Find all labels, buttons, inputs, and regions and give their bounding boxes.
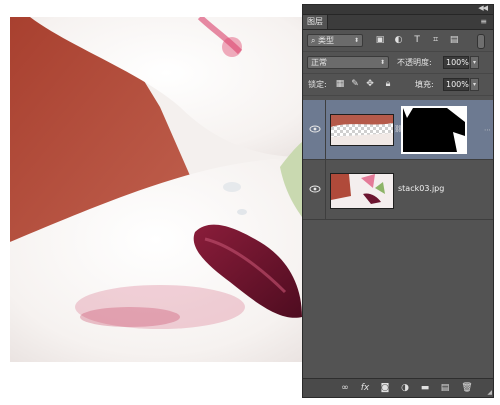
blend-mode-select[interactable]: 正常 ⬍ <box>307 56 389 69</box>
new-group-icon[interactable]: ▬ <box>419 382 431 394</box>
layers-list: ⛓ ⋯ stack03.jpg <box>303 100 493 380</box>
lock-row: 锁定: ▦ ✎ ✥ 🔒︎ 填充: 100% ▾ <box>303 74 493 96</box>
blend-mode-value: 正常 <box>311 58 327 67</box>
lily-photo <box>10 17 302 362</box>
dropdown-arrow-icon: ⬍ <box>379 59 385 66</box>
fill-value: 100% <box>446 80 469 89</box>
fill-field[interactable]: 100% <box>443 78 469 91</box>
tab-layers-label: 图层 <box>307 17 323 26</box>
layer-more-icon[interactable]: ⋯ <box>484 126 491 134</box>
layer-filter-select[interactable]: ⌕ 类型 ⬍ <box>307 34 363 47</box>
opacity-field[interactable]: 100% <box>443 56 469 69</box>
resize-grip-icon[interactable]: ◢ <box>487 389 492 396</box>
layer-thumbnail[interactable] <box>330 114 394 146</box>
opacity-dropdown-arrow-icon[interactable]: ▾ <box>470 56 479 69</box>
opacity-label: 不透明度: <box>397 58 432 67</box>
fill-dropdown-arrow-icon[interactable]: ▾ <box>470 78 479 91</box>
adjustment-layer-icon[interactable]: ◑ <box>399 382 411 394</box>
lock-position-icon[interactable]: ✥ <box>365 78 375 91</box>
dropdown-arrow-icon: ⬍ <box>353 37 359 44</box>
filter-row: ⌕ 类型 ⬍ ▣ ◐ T ⌗ ▤ <box>303 30 493 52</box>
panel-menu-icon[interactable]: ≡ <box>480 17 487 26</box>
adjustment-filter-icon[interactable]: ◐ <box>394 35 404 45</box>
new-layer-icon[interactable]: ▤ <box>439 382 451 394</box>
fill-label: 填充: <box>415 80 434 89</box>
lock-label: 锁定: <box>308 80 327 89</box>
layer-row[interactable]: stack03.jpg <box>303 160 493 220</box>
opacity-value: 100% <box>446 58 469 67</box>
collapse-panel-icon[interactable]: ◀◀ <box>478 4 488 12</box>
lock-image-pixels-icon[interactable]: ✎ <box>350 78 360 91</box>
panel-tab-row: 图层 ≡ <box>303 15 493 30</box>
layers-panel: ◀◀ 图层 ≡ ⌕ 类型 ⬍ ▣ ◐ T ⌗ ▤ 正常 ⬍ 不透明度: 100% <box>302 4 494 398</box>
layer-row[interactable]: ⛓ ⋯ <box>303 100 493 160</box>
link-layers-icon[interactable]: ∞ <box>339 382 351 394</box>
visibility-eye-icon[interactable] <box>309 124 321 134</box>
filter-label: 类型 <box>318 36 335 45</box>
lock-all-icon[interactable]: 🔒︎ <box>383 78 393 91</box>
tab-layers[interactable]: 图层 <box>303 15 328 29</box>
lock-transparent-pixels-icon[interactable]: ▦ <box>335 78 345 91</box>
blend-row: 正常 ⬍ 不透明度: 100% ▾ <box>303 52 493 74</box>
add-mask-icon[interactable]: ◙ <box>379 382 391 394</box>
shape-filter-icon[interactable]: ⌗ <box>431 35 441 45</box>
layer-name[interactable]: stack03.jpg <box>398 184 444 193</box>
image-canvas[interactable] <box>10 17 302 362</box>
layer-thumbnail[interactable] <box>330 173 394 209</box>
delete-layer-icon[interactable]: 🗑︎ <box>461 382 473 394</box>
layer-style-icon[interactable]: fx <box>359 382 371 394</box>
panel-title-bar[interactable]: ◀◀ <box>303 4 493 15</box>
pixel-filter-icon[interactable]: ▣ <box>375 35 385 45</box>
type-filter-icon[interactable]: T <box>412 35 422 45</box>
layers-footer-toolbar: ∞ fx ◙ ◑ ▬ ▤ 🗑︎ ◢ <box>303 378 493 397</box>
visibility-eye-icon[interactable] <box>309 184 321 194</box>
layer-mask-thumbnail[interactable] <box>401 106 467 154</box>
smart-object-filter-icon[interactable]: ▤ <box>449 35 459 45</box>
filter-toggle[interactable] <box>477 34 485 49</box>
search-icon: ⌕ <box>311 36 316 45</box>
